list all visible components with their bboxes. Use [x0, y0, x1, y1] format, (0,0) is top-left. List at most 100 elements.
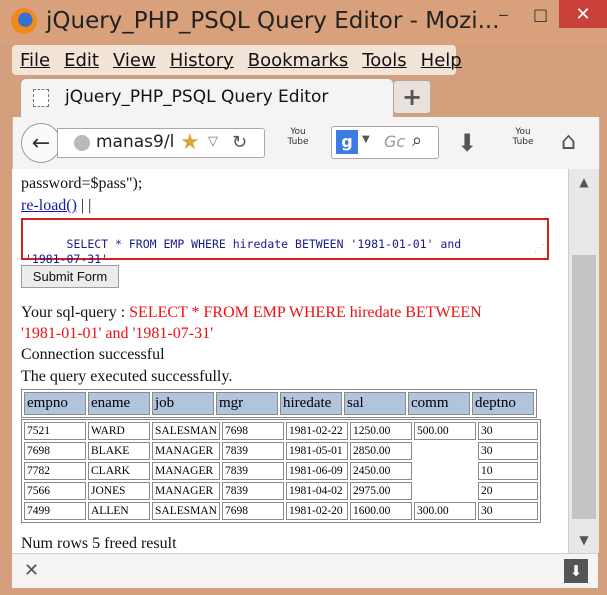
table-cell: 20: [478, 482, 538, 500]
connection-message: Connection successful: [21, 346, 165, 363]
download-icon[interactable]: ⬇: [457, 129, 477, 157]
table-cell: 30: [478, 442, 538, 460]
table-cell: 1600.00: [350, 502, 412, 520]
title-bar: jQuery_PHP_PSQL Query Editor - Mozi... ‒…: [0, 0, 607, 44]
back-arrow-icon[interactable]: ←: [21, 123, 61, 163]
resize-grip-icon[interactable]: ⋰: [534, 241, 544, 256]
history-dropdown-icon[interactable]: ▽: [208, 134, 218, 149]
table-cell: 7566: [24, 482, 86, 500]
query-echo-1: SELECT * FROM EMP WHERE hiredate BETWEEN: [129, 304, 482, 321]
browser-window: jQuery_PHP_PSQL Query Editor - Mozi... ‒…: [0, 0, 607, 595]
col-header: ename: [88, 392, 150, 415]
menu-file[interactable]: File: [20, 50, 50, 71]
tab-strip: jQuery_PHP_PSQL Query Editor +: [12, 78, 598, 118]
table-cell: 2450.00: [350, 462, 412, 480]
menu-edit[interactable]: Edit: [64, 50, 99, 71]
table-cell: 7499: [24, 502, 86, 520]
search-placeholder: Gc: [384, 132, 406, 151]
table-row: 7782 CLARK MANAGER 7839 1981-06-09 2450.…: [24, 462, 538, 480]
status-bar: ✕ ⬇: [12, 553, 598, 588]
table-cell-empty: [414, 442, 476, 460]
menu-bookmarks[interactable]: Bookmarks: [248, 50, 349, 71]
col-header: mgr: [216, 392, 278, 415]
reload-line: re-load() | |: [21, 197, 91, 215]
search-box[interactable]: g ▼ Gc ⌕: [331, 126, 439, 159]
table-cell: 7782: [24, 462, 86, 480]
table-cell: 1250.00: [350, 422, 412, 440]
table-cell: CLARK: [88, 462, 150, 480]
table-cell: 7521: [24, 422, 86, 440]
table-cell: 7839: [222, 462, 284, 480]
menu-bar: File Edit View History Bookmarks Tools H…: [12, 45, 462, 75]
scroll-up-icon[interactable]: ▲: [569, 169, 599, 195]
table-row: 7698 BLAKE MANAGER 7839 1981-05-01 2850.…: [24, 442, 538, 460]
partial-code-line: password=$pass");: [21, 175, 143, 192]
submit-form-button[interactable]: Submit Form: [21, 265, 119, 288]
page-content: password=$pass"); re-load() | | SELECT *…: [12, 169, 568, 553]
menu-view[interactable]: View: [113, 50, 156, 71]
table-row: 7499 ALLEN SALESMAN 7698 1981-02-20 1600…: [24, 502, 538, 520]
table-cell: MANAGER: [152, 462, 220, 480]
table-cell: 300.00: [414, 502, 476, 520]
col-header: hiredate: [280, 392, 342, 415]
url-bar[interactable]: manas9/l ★ ▽ ↻: [57, 128, 265, 158]
navigation-toolbar: ← manas9/l ★ ▽ ↻ You Tube g ▼ Gc ⌕ ⬇ You…: [12, 117, 600, 169]
engine-dropdown-icon[interactable]: ▼: [362, 134, 370, 145]
reload-link[interactable]: re-load(): [21, 197, 77, 214]
new-tab-button[interactable]: +: [393, 80, 431, 114]
youtube-icon[interactable]: You Tube: [285, 127, 311, 155]
minimize-button[interactable]: ‒: [485, 0, 522, 28]
close-bar-icon[interactable]: ✕: [24, 560, 39, 581]
col-header: deptno: [472, 392, 534, 415]
table-cell: 30: [478, 422, 538, 440]
window-title: jQuery_PHP_PSQL Query Editor - Mozi...: [46, 8, 500, 34]
url-text: manas9/l: [96, 132, 175, 152]
table-cell: 500.00: [414, 422, 476, 440]
youtube-icon-2[interactable]: You Tube: [509, 127, 537, 155]
results-header-table: empno ename job mgr hiredate sal comm de…: [21, 389, 537, 418]
col-header: comm: [408, 392, 470, 415]
table-cell: WARD: [88, 422, 150, 440]
table-cell: 1981-05-01: [286, 442, 348, 460]
vertical-scrollbar[interactable]: ▲ ▼: [568, 169, 599, 553]
firefox-logo-icon: [11, 8, 37, 34]
sql-query-textarea[interactable]: SELECT * FROM EMP WHERE hiredate BETWEEN…: [21, 218, 549, 266]
reload-icon[interactable]: ↻: [232, 132, 247, 153]
query-prefix: Your sql-query :: [21, 304, 130, 321]
col-header: job: [152, 392, 214, 415]
download-status-icon[interactable]: ⬇: [564, 559, 588, 583]
menu-history[interactable]: History: [170, 50, 234, 71]
home-icon[interactable]: ⌂: [561, 127, 576, 155]
table-cell: SALESMAN: [152, 502, 220, 520]
results-data-table: 7521 WARD SALESMAN 7698 1981-02-22 1250.…: [21, 419, 541, 523]
tab-label: jQuery_PHP_PSQL Query Editor: [65, 87, 329, 107]
table-row: 7566 JONES MANAGER 7839 1981-04-02 2975.…: [24, 482, 538, 500]
menu-tools[interactable]: Tools: [362, 50, 406, 71]
search-icon[interactable]: ⌕: [412, 130, 422, 151]
executed-message: The query executed successfully.: [21, 368, 233, 385]
table-cell: 1981-02-22: [286, 422, 348, 440]
reload-suffix: | |: [76, 197, 92, 214]
table-cell: 1981-04-02: [286, 482, 348, 500]
table-cell-empty: [414, 482, 476, 500]
scroll-thumb[interactable]: [572, 255, 596, 519]
table-cell: 7698: [222, 502, 284, 520]
sql-query-text: SELECT * FROM EMP WHERE hiredate BETWEEN…: [25, 237, 462, 266]
table-cell: ALLEN: [88, 502, 150, 520]
menu-help[interactable]: Help: [421, 50, 462, 71]
table-cell: 2850.00: [350, 442, 412, 460]
close-button[interactable]: ✕: [559, 0, 607, 28]
table-cell: JONES: [88, 482, 150, 500]
col-header: empno: [24, 392, 86, 415]
table-row: 7521 WARD SALESMAN 7698 1981-02-22 1250.…: [24, 422, 538, 440]
page-icon: [33, 89, 49, 107]
table-cell: SALESMAN: [152, 422, 220, 440]
table-cell: 30: [478, 502, 538, 520]
google-icon[interactable]: g: [336, 130, 358, 154]
maximize-button[interactable]: □: [522, 0, 559, 28]
tab-query-editor[interactable]: jQuery_PHP_PSQL Query Editor: [20, 78, 394, 117]
bookmark-star-icon[interactable]: ★: [180, 130, 200, 155]
table-cell: MANAGER: [152, 482, 220, 500]
scroll-down-icon[interactable]: ▼: [569, 527, 599, 553]
table-cell: 2975.00: [350, 482, 412, 500]
